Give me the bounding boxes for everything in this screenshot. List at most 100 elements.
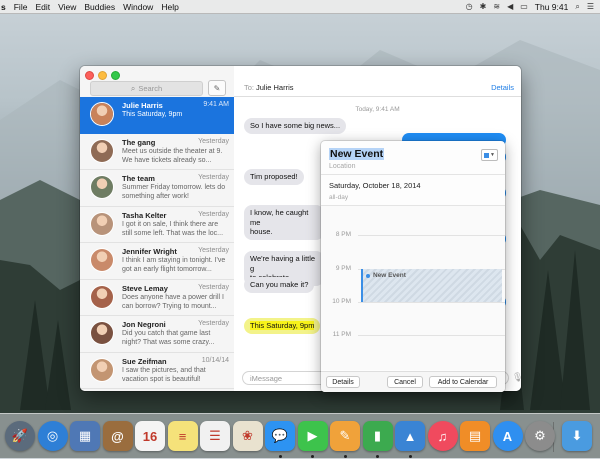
conversation-item[interactable]: The team Yesterday Summer Friday tomorrow.…: [80, 170, 234, 207]
menu-app-name[interactable]: s: [1, 2, 6, 12]
divider: [321, 174, 505, 175]
avatar: [90, 321, 114, 345]
avatar: [90, 175, 114, 199]
downloads-icon[interactable]: ⬇: [562, 421, 592, 451]
close-window-button[interactable]: [85, 71, 94, 80]
hour-line: [358, 335, 505, 336]
conversation-preview: I think I am staying in tonight. I've go…: [122, 257, 226, 273]
menu-window[interactable]: Window: [123, 2, 153, 12]
conversation-list: Julie Harris 9:41 AM This Saturday, 9pm The…: [80, 97, 234, 389]
search-icon: ⌕: [130, 83, 136, 93]
menu-view[interactable]: View: [58, 2, 76, 12]
event-block[interactable]: New Event: [361, 269, 502, 302]
hour-label: 10 PM: [332, 298, 351, 305]
event-block-label: New Event: [373, 272, 406, 279]
menu-buddies[interactable]: Buddies: [84, 2, 115, 12]
safari-icon[interactable]: ◎: [37, 421, 68, 451]
pages-icon[interactable]: ✎: [330, 421, 360, 451]
menu-file[interactable]: File: [14, 2, 28, 12]
conversation-name: Jennifer Wright: [122, 247, 177, 256]
reminders-icon[interactable]: ☰: [200, 421, 230, 451]
conversation-sidebar: ⌕ Search ✎ Julie Harris 9:41 AM This Satur…: [80, 66, 235, 391]
hour-label: 11 PM: [332, 331, 351, 338]
compose-icon: ✎: [213, 83, 221, 93]
message-bubble-incoming[interactable]: Can you make it?: [244, 277, 315, 293]
menu-help[interactable]: Help: [161, 2, 178, 12]
battery-icon[interactable]: ▭: [520, 2, 528, 11]
avatar-image: [91, 212, 113, 235]
microphone-icon[interactable]: 🎙: [512, 372, 521, 383]
add-to-calendar-button[interactable]: Add to Calendar: [429, 376, 497, 388]
preview-icon[interactable]: ▦: [70, 421, 100, 451]
notes-icon[interactable]: ≡: [167, 421, 198, 451]
day-timeline[interactable]: 8 PM 9 PM 10 PM 11 PM New Event: [321, 206, 505, 370]
calendar-color-selector[interactable]: ▼: [481, 149, 498, 161]
keynote-icon[interactable]: ▲: [395, 421, 425, 451]
conversation-time: 10/14/14: [201, 356, 229, 364]
conversation-name: The team: [122, 174, 155, 183]
launchpad-icon[interactable]: 🚀: [5, 421, 35, 451]
search-input[interactable]: ⌕ Search: [90, 81, 203, 96]
hour-line: [358, 235, 505, 236]
message-bubble-incoming[interactable]: Tim proposed!: [244, 169, 304, 185]
conversation-time: Yesterday: [198, 174, 229, 181]
minimize-window-button[interactable]: [98, 71, 107, 80]
conversation-item[interactable]: The gang Yesterday Meet us outside the the…: [80, 134, 234, 170]
message-bubble-incoming[interactable]: I know, he caught me house.: [244, 205, 324, 240]
details-button[interactable]: Details: [326, 376, 360, 388]
notification-center-icon[interactable]: ☰: [587, 2, 594, 11]
message-bubble-incoming[interactable]: This Saturday, 9pm: [244, 318, 321, 334]
app-store-icon[interactable]: A: [492, 421, 523, 451]
conversation-item[interactable]: Jennifer Wright Yesterday I think I am sta…: [80, 243, 234, 280]
event-date[interactable]: Saturday, October 18, 2014: [329, 181, 421, 190]
cancel-button[interactable]: Cancel: [387, 376, 423, 388]
conversation-name: Tasha Kelter: [122, 210, 167, 220]
recipient-name[interactable]: Julie Harris: [256, 83, 294, 92]
facetime-icon[interactable]: ▶: [297, 421, 328, 451]
hour-row: 10 PM: [321, 298, 505, 305]
conversation-item[interactable]: Jon Negroni Yesterday Did you catch that g…: [80, 316, 234, 353]
conversation-time: Yesterday: [198, 320, 229, 327]
photos-icon[interactable]: ❀: [232, 421, 263, 451]
system-preferences-icon[interactable]: ⚙: [525, 421, 555, 451]
spotlight-icon[interactable]: ⌕: [575, 2, 579, 12]
to-label: To:: [244, 83, 255, 92]
itunes-icon[interactable]: ♫: [427, 421, 458, 451]
wifi-icon[interactable]: ≋: [493, 2, 500, 11]
event-title-field[interactable]: New Event: [329, 148, 385, 160]
menu-clock[interactable]: Thu 9:41: [535, 2, 569, 12]
event-popover: New Event ▼ Location Saturday, October 1…: [321, 141, 505, 392]
volume-icon[interactable]: ◀: [507, 2, 513, 11]
conversation-name: Sue Zeifman: [122, 356, 167, 366]
conversation-item[interactable]: Tasha Kelter Yesterday I got it on sale, I…: [80, 207, 234, 243]
hour-line: [358, 302, 505, 303]
avatar-image: [91, 322, 113, 344]
message-bubble-incoming[interactable]: So I have some big news...: [244, 118, 347, 134]
avatar-image: [91, 249, 113, 271]
hour-label: 8 PM: [335, 231, 351, 238]
conversation-preview: Meet us outside the theater at 9. We hav…: [122, 147, 223, 164]
messages-icon[interactable]: 💬: [265, 421, 295, 451]
calendar-icon[interactable]: 16: [135, 421, 165, 451]
conversation-item[interactable]: Steve Lemay Yesterday Does anyone have a p…: [80, 280, 234, 316]
avatar: [90, 248, 114, 272]
menu-edit[interactable]: Edit: [35, 2, 50, 12]
recipient-bar: To: Julie Harris Details: [234, 66, 521, 97]
conversation-item[interactable]: Julie Harris 9:41 AM This Saturday, 9pm: [80, 97, 234, 134]
popover-footer: Details Cancel Add to Calendar: [321, 371, 505, 392]
contacts-icon[interactable]: @: [102, 421, 133, 451]
ibooks-icon[interactable]: ▤: [460, 421, 490, 451]
chevron-down-icon: ▼: [490, 152, 495, 158]
conversation-item[interactable]: Sue Zeifman 10/14/14 I saw the pictures, a…: [80, 353, 234, 389]
detected-date-highlight[interactable]: This Saturday, 9pm: [250, 321, 315, 330]
numbers-icon[interactable]: ▮: [362, 421, 393, 451]
details-link[interactable]: Details: [491, 83, 514, 92]
conversation-time: 9:41 AM: [203, 101, 229, 108]
conversation-time: Yesterday: [198, 247, 229, 254]
bluetooth-icon[interactable]: ✱: [480, 2, 487, 11]
compose-button[interactable]: ✎: [208, 80, 226, 96]
time-machine-icon[interactable]: ◷: [466, 2, 473, 11]
location-field[interactable]: Location: [329, 163, 355, 170]
zoom-window-button[interactable]: [111, 71, 120, 80]
message-text: We're having a little g: [250, 254, 316, 273]
